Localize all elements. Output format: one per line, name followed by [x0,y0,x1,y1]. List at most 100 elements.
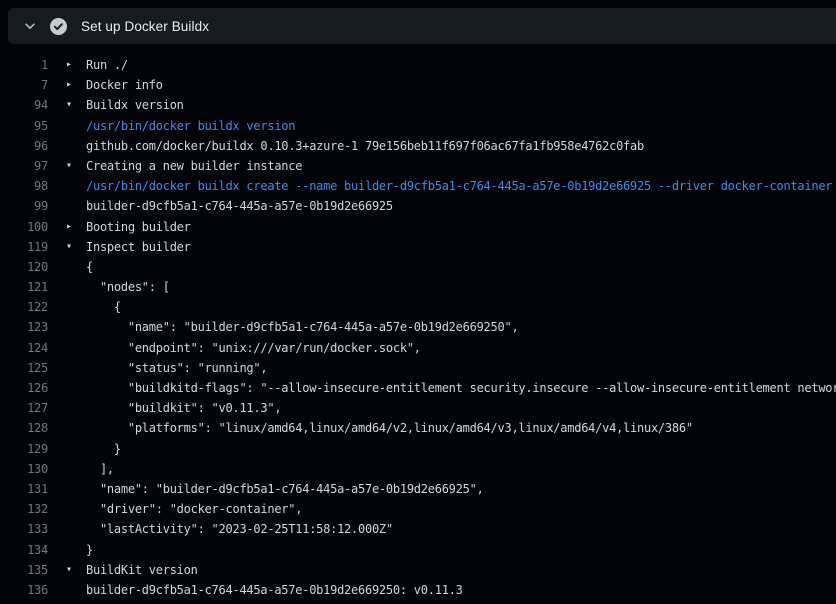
log-group-row[interactable]: 100 ▸ Booting builder [0,217,836,237]
triangle-collapsed-icon: ▸ [66,75,86,95]
log-line-text: "name": "builder-d9cfb5a1-c764-445a-a57e… [86,479,484,499]
line-number[interactable]: 124 [0,338,48,358]
marker-spacer [66,277,86,297]
log-line: 129 } [0,439,836,459]
log-line: 126 "buildkitd-flags": "--allow-insecure… [0,378,836,398]
marker-spacer [66,479,86,499]
log-line: 133 "lastActivity": "2023-02-25T11:58:12… [0,519,836,539]
line-number[interactable]: 119 [0,237,48,257]
log-line-text: } [86,540,93,560]
log-group-row[interactable]: 7 ▸ Docker info [0,75,836,95]
log-line: 98 /usr/bin/docker buildx create --name … [0,176,836,196]
line-number[interactable]: 7 [0,75,48,95]
marker-spacer [66,540,86,560]
log-line-text: Buildx version [86,95,184,115]
log-line-text: Docker info [86,75,163,95]
step-header[interactable]: Set up Docker Buildx [8,8,836,44]
log-group-row[interactable]: 97 ▾ Creating a new builder instance [0,156,836,176]
line-number[interactable]: 132 [0,499,48,519]
log-line: 131 "name": "builder-d9cfb5a1-c764-445a-… [0,479,836,499]
log-line-text: { [86,297,121,317]
marker-spacer [66,439,86,459]
log-line-text: "status": "running", [86,358,267,378]
log-line: 136 builder-d9cfb5a1-c764-445a-a57e-0b19… [0,580,836,600]
marker-spacer [66,418,86,438]
line-number[interactable]: 97 [0,156,48,176]
marker-spacer [66,116,86,136]
line-number[interactable]: 123 [0,317,48,337]
log-line: 125 "status": "running", [0,358,836,378]
log-group-row[interactable]: 1 ▸ Run ./ [0,55,836,75]
log-line-text: "nodes": [ [86,277,170,297]
line-number[interactable]: 98 [0,176,48,196]
log-line-text: Booting builder [86,217,191,237]
log-line: 121 "nodes": [ [0,277,836,297]
log-group-row[interactable]: 135 ▾ BuildKit version [0,560,836,580]
line-number[interactable]: 136 [0,580,48,600]
log-group-row[interactable]: 94 ▾ Buildx version [0,95,836,115]
line-number[interactable]: 129 [0,439,48,459]
marker-spacer [66,378,86,398]
line-number[interactable]: 121 [0,277,48,297]
log-viewer: 1 ▸ Run ./ 7 ▸ Docker info 94 ▾ Buildx v… [0,44,836,604]
log-line-text: "buildkit": "v0.11.3", [86,398,281,418]
log-line-text: "platforms": "linux/amd64,linux/amd64/v2… [86,418,693,438]
log-line: 96 github.com/docker/buildx 0.10.3+azure… [0,136,836,156]
line-number[interactable]: 99 [0,196,48,216]
line-number[interactable]: 126 [0,378,48,398]
marker-spacer [66,519,86,539]
log-line-text: /usr/bin/docker buildx create --name bui… [86,176,832,196]
log-group-row[interactable]: 119 ▾ Inspect builder [0,237,836,257]
line-number[interactable]: 96 [0,136,48,156]
line-number[interactable]: 1 [0,55,48,75]
line-number[interactable]: 94 [0,95,48,115]
log-line-text: BuildKit version [86,560,198,580]
marker-spacer [66,196,86,216]
marker-spacer [66,176,86,196]
log-line-text: builder-d9cfb5a1-c764-445a-a57e-0b19d2e6… [86,196,393,216]
line-number[interactable]: 133 [0,519,48,539]
line-number[interactable]: 127 [0,398,48,418]
line-number[interactable]: 125 [0,358,48,378]
check-circle-icon [50,18,67,35]
line-number[interactable]: 122 [0,297,48,317]
chevron-down-icon[interactable] [22,18,38,34]
triangle-expanded-icon: ▾ [66,237,86,257]
triangle-collapsed-icon: ▸ [66,217,86,237]
line-number[interactable]: 128 [0,418,48,438]
log-line: 120 { [0,257,836,277]
log-line-text: github.com/docker/buildx 0.10.3+azure-1 … [86,136,644,156]
marker-spacer [66,358,86,378]
line-number[interactable]: 130 [0,459,48,479]
triangle-expanded-icon: ▾ [66,560,86,580]
marker-spacer [66,580,86,600]
log-line-text: "endpoint": "unix:///var/run/docker.sock… [86,338,421,358]
log-line-text: Inspect builder [86,237,191,257]
line-number[interactable]: 95 [0,116,48,136]
line-number[interactable]: 100 [0,217,48,237]
log-line: 99 builder-d9cfb5a1-c764-445a-a57e-0b19d… [0,196,836,216]
triangle-expanded-icon: ▾ [66,156,86,176]
log-line: 132 "driver": "docker-container", [0,499,836,519]
log-line-text: ], [86,459,114,479]
log-line-text: "buildkitd-flags": "--allow-insecure-ent… [86,378,836,398]
marker-spacer [66,297,86,317]
log-line: 127 "buildkit": "v0.11.3", [0,398,836,418]
line-number[interactable]: 134 [0,540,48,560]
log-line-text: builder-d9cfb5a1-c764-445a-a57e-0b19d2e6… [86,580,463,600]
log-line-text: Creating a new builder instance [86,156,302,176]
log-line: 128 "platforms": "linux/amd64,linux/amd6… [0,418,836,438]
log-line-text: "name": "builder-d9cfb5a1-c764-445a-a57e… [86,317,518,337]
log-line: 124 "endpoint": "unix:///var/run/docker.… [0,338,836,358]
marker-spacer [66,459,86,479]
marker-spacer [66,398,86,418]
log-line: 123 "name": "builder-d9cfb5a1-c764-445a-… [0,317,836,337]
marker-spacer [66,338,86,358]
line-number[interactable]: 120 [0,257,48,277]
line-number[interactable]: 131 [0,479,48,499]
marker-spacer [66,257,86,277]
log-line-text: "driver": "docker-container", [86,499,302,519]
line-number[interactable]: 135 [0,560,48,580]
log-line-text: { [86,257,93,277]
triangle-expanded-icon: ▾ [66,95,86,115]
